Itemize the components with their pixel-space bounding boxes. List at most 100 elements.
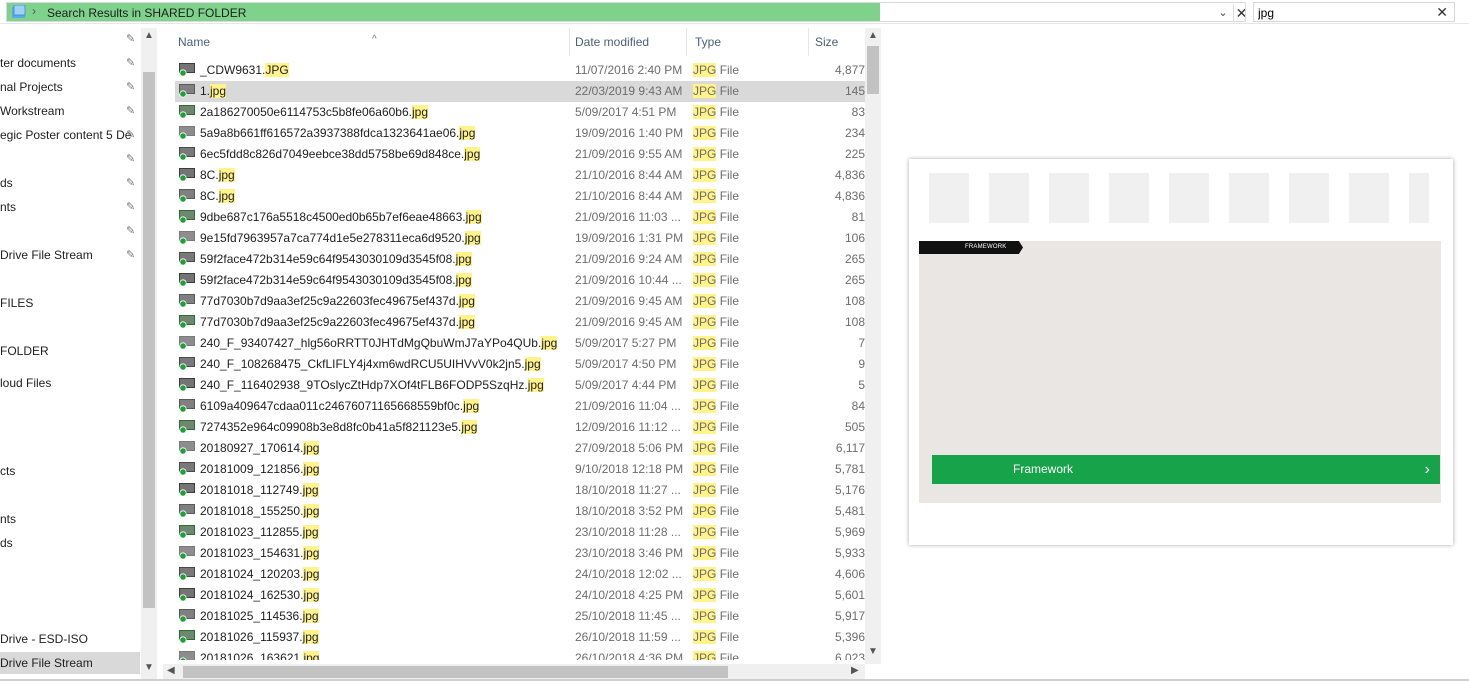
close-icon[interactable]: ✕ (1233, 5, 1245, 21)
table-row[interactable]: 20181026_163621.jpg 26/10/2018 4:36 PM JPG… (175, 648, 865, 660)
table-row[interactable]: 77d7030b7d9aa3ef25c9a22603fec49675ef437d… (175, 291, 865, 312)
sidebar-item[interactable] (0, 220, 140, 242)
search-box[interactable]: ✕ (1253, 2, 1455, 22)
table-row[interactable]: 1.jpg 22/03/2019 9:43 AM JPG File 145 (175, 81, 865, 102)
pin-icon[interactable]: ✎ (126, 33, 138, 45)
chevron-down-icon[interactable]: ⌄ (1215, 5, 1231, 21)
file-name[interactable]: 59f2face472b314e59c64f9543030109d3545f08… (200, 249, 472, 270)
file-name[interactable]: 1.jpg (200, 81, 227, 102)
sidebar-item[interactable]: nts (0, 508, 140, 530)
sidebar-item[interactable]: ds (0, 172, 140, 194)
scroll-left-icon[interactable]: ◀ (167, 665, 175, 676)
table-row[interactable]: 20181024_120203.jpg 24/10/2018 12:02 ... J… (175, 564, 865, 585)
file-name[interactable]: 9e15fd7963957a7ca774d1e5e278311eca6d9520… (200, 228, 481, 249)
file-name[interactable]: 20181024_162530.jpg (200, 585, 320, 606)
pin-icon[interactable]: ✎ (126, 105, 138, 117)
scrollbar-thumb[interactable] (183, 666, 728, 678)
breadcrumb-separator[interactable]: › (32, 4, 36, 18)
sidebar-item[interactable]: ter documents (0, 52, 140, 74)
table-row[interactable]: 240_F_108268475_CkfLIFLY4j4xm6wdRCU5UIHV… (175, 354, 865, 375)
pin-icon[interactable]: ✎ (126, 153, 138, 165)
file-name[interactable]: 77d7030b7d9aa3ef25c9a22603fec49675ef437d… (200, 291, 475, 312)
file-list-horizontal-scrollbar[interactable]: ◀ ▶ (163, 664, 865, 680)
search-input[interactable] (1258, 5, 1428, 20)
scroll-up-icon[interactable]: ▲ (141, 30, 157, 44)
table-row[interactable]: 240_F_93407427_hlg56oRRTT0JHTdMgQbuWmJ7a… (175, 333, 865, 354)
file-name[interactable]: 240_F_116402938_9TOslycZtHdp7XOf4tFLB6FO… (200, 375, 544, 396)
pin-icon[interactable]: ✎ (126, 249, 138, 261)
table-row[interactable]: 6109a409647cdaa011c24676071165668559bf0c… (175, 396, 865, 417)
table-row[interactable]: 7274352e964c09908b3e8d8fc0b41a5f821123e5… (175, 417, 865, 438)
sidebar-item[interactable]: cts (0, 460, 140, 482)
sidebar-item[interactable]: Drive File Stream (0, 652, 140, 674)
table-row[interactable]: 9e15fd7963957a7ca774d1e5e278311eca6d9520… (175, 228, 865, 249)
pin-icon[interactable]: ✎ (126, 129, 138, 141)
file-name[interactable]: 240_F_108268475_CkfLIFLY4j4xm6wdRCU5UIHV… (200, 354, 541, 375)
file-name[interactable]: 9dbe687c176a5518c4500ed0b65b7ef6eae48663… (200, 207, 482, 228)
address-bar[interactable]: › Search Results in SHARED FOLDER ⌄ ✕ (6, 2, 1246, 22)
table-row[interactable]: 20181023_154631.jpg 23/10/2018 3:46 PM JPG… (175, 543, 865, 564)
pin-icon[interactable]: ✎ (126, 81, 138, 93)
column-header-type[interactable]: Type (689, 28, 809, 56)
sidebar-item[interactable]: FILES (0, 292, 140, 314)
sidebar-item[interactable] (0, 148, 140, 170)
file-name[interactable]: 20181023_154631.jpg (200, 543, 320, 564)
table-row[interactable]: 8C.jpg 21/10/2016 8:44 AM JPG File 4,836 (175, 186, 865, 207)
table-row[interactable]: 6ec5fdd8c826d7049eebce38dd5758be69d848ce… (175, 144, 865, 165)
file-name[interactable]: 20181025_114536.jpg (200, 606, 319, 627)
pin-icon[interactable]: ✎ (126, 177, 138, 189)
table-row[interactable]: 59f2face472b314e59c64f9543030109d3545f08… (175, 270, 865, 291)
table-row[interactable]: 20181018_112749.jpg 18/10/2018 11:27 ... J… (175, 480, 865, 501)
sidebar-item[interactable]: egic Poster content 5 De (0, 124, 140, 146)
table-row[interactable]: 20181025_114536.jpg 25/10/2018 11:45 ... J… (175, 606, 865, 627)
table-row[interactable]: 20180927_170614.jpg 27/09/2018 5:06 PM JPG… (175, 438, 865, 459)
file-name[interactable]: 20181026_115937.jpg (200, 627, 319, 648)
file-name[interactable]: 6109a409647cdaa011c24676071165668559bf0c… (200, 396, 480, 417)
table-row[interactable]: 77d7030b7d9aa3ef25c9a22603fec49675ef437d… (175, 312, 865, 333)
pin-icon[interactable]: ✎ (126, 201, 138, 213)
table-row[interactable]: _CDW9631.JPG 11/07/2016 2:40 PM JPG File 4,… (175, 60, 865, 81)
column-header-name[interactable]: Name ^ (172, 28, 570, 56)
sidebar-item[interactable]: loud Files (0, 372, 140, 394)
file-name[interactable]: 20181018_112749.jpg (200, 480, 319, 501)
file-name[interactable]: _CDW9631.JPG (200, 60, 289, 81)
table-row[interactable]: 20181024_162530.jpg 24/10/2018 4:25 PM JPG… (175, 585, 865, 606)
file-name[interactable]: 240_F_93407427_hlg56oRRTT0JHTdMgQbuWmJ7a… (200, 333, 558, 354)
table-row[interactable]: 9dbe687c176a5518c4500ed0b65b7ef6eae48663… (175, 207, 865, 228)
column-header-date[interactable]: Date modified (569, 28, 687, 56)
file-list-vertical-scrollbar[interactable]: ▲ ▼ (865, 28, 881, 664)
file-name[interactable]: 8C.jpg (200, 165, 235, 186)
pin-icon[interactable]: ✎ (126, 225, 138, 237)
table-row[interactable]: 20181018_155250.jpg 18/10/2018 3:52 PM JPG… (175, 501, 865, 522)
sidebar-item[interactable]: ds (0, 532, 140, 554)
file-name[interactable]: 5a9a8b661ff616572a3937388fdca1323641ae06… (200, 123, 476, 144)
file-name[interactable]: 6ec5fdd8c826d7049eebce38dd5758be69d848ce… (200, 144, 481, 165)
file-name[interactable]: 59f2face472b314e59c64f9543030109d3545f08… (200, 270, 472, 291)
sidebar-item[interactable]: nal Projects (0, 76, 140, 98)
table-row[interactable]: 240_F_116402938_9TOslycZtHdp7XOf4tFLB6FO… (175, 375, 865, 396)
file-name[interactable]: 20181018_155250.jpg (200, 501, 320, 522)
scrollbar-thumb[interactable] (143, 72, 155, 608)
file-name[interactable]: 20181024_120203.jpg (200, 564, 320, 585)
table-row[interactable]: 20181009_121856.jpg 9/10/2018 12:18 PM JPG… (175, 459, 865, 480)
breadcrumb[interactable]: Search Results in SHARED FOLDER (47, 6, 246, 20)
file-name[interactable]: 77d7030b7d9aa3ef25c9a22603fec49675ef437d… (200, 312, 475, 333)
table-row[interactable]: 8C.jpg 21/10/2016 8:44 AM JPG File 4,836 (175, 165, 865, 186)
column-header-size[interactable]: Size (809, 28, 865, 56)
scrollbar-thumb[interactable] (867, 46, 879, 94)
scroll-up-icon[interactable]: ▲ (865, 30, 881, 44)
file-name[interactable]: 7274352e964c09908b3e8d8fc0b41a5f821123e5… (200, 417, 478, 438)
table-row[interactable]: 59f2face472b314e59c64f9543030109d3545f08… (175, 249, 865, 270)
table-row[interactable]: 20181026_115937.jpg 26/10/2018 11:59 ... J… (175, 627, 865, 648)
sidebar-item[interactable]: Drive File Stream (0, 244, 140, 266)
file-name[interactable]: 2a186270050e6114753c5b8fe06a60b6.jpg (200, 102, 429, 123)
pin-icon[interactable]: ✎ (126, 57, 138, 69)
navigation-scrollbar[interactable]: ▲ ▼ (141, 28, 157, 680)
sidebar-item[interactable]: FOLDER (0, 340, 140, 362)
sidebar-item[interactable]: Drive - ESD-ISO (0, 628, 140, 650)
file-name[interactable]: 20181026_163621.jpg (200, 648, 320, 660)
file-name[interactable]: 8C.jpg (200, 186, 235, 207)
table-row[interactable]: 2a186270050e6114753c5b8fe06a60b6.jpg 5/09… (175, 102, 865, 123)
scroll-down-icon[interactable]: ▼ (865, 646, 881, 660)
table-row[interactable]: 20181023_112855.jpg 23/10/2018 11:28 ... J… (175, 522, 865, 543)
